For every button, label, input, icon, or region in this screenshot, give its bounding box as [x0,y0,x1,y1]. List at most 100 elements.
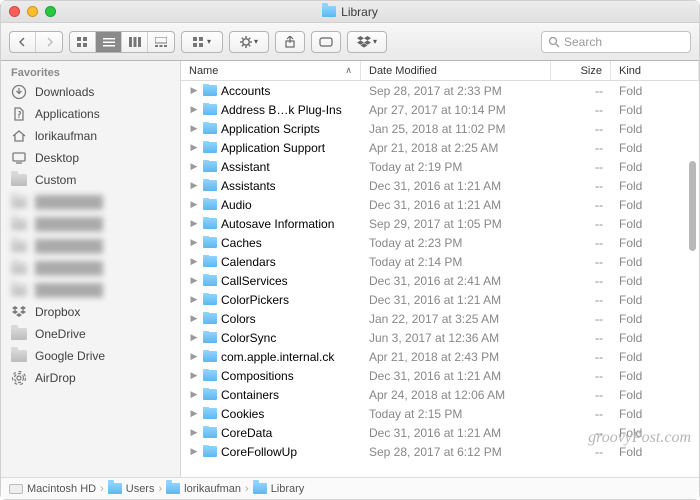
sidebar-item-airdrop[interactable]: AirDrop [1,367,180,389]
disclosure-triangle-icon[interactable]: ▶ [189,446,199,457]
sidebar-item-onedrive[interactable]: OneDrive [1,323,180,345]
file-size: -- [551,274,611,288]
file-date: Dec 31, 2016 at 1:21 AM [361,179,551,193]
file-date: Jan 22, 2017 at 3:25 AM [361,312,551,326]
file-name: Containers [221,388,279,402]
sidebar-item-label: OneDrive [35,327,86,341]
table-row[interactable]: ▶com.apple.internal.ckApr 21, 2018 at 2:… [181,347,699,366]
action-button[interactable]: ▾ [229,31,269,53]
table-row[interactable]: ▶CachesToday at 2:23 PM--Fold [181,233,699,252]
disclosure-triangle-icon[interactable]: ▶ [189,351,199,362]
disclosure-triangle-icon[interactable]: ▶ [189,199,199,210]
sidebar-item-label: AirDrop [35,371,76,385]
disclosure-triangle-icon[interactable]: ▶ [189,142,199,153]
table-row[interactable]: ▶CoreFollowUpSep 28, 2017 at 6:12 PM--Fo… [181,442,699,461]
arrange-button[interactable]: ▾ [182,32,222,52]
search-field[interactable]: Search [541,31,691,53]
path-item-macintosh hd[interactable]: Macintosh HD [9,483,96,495]
file-date: Dec 31, 2016 at 1:21 AM [361,198,551,212]
sidebar-item-applications[interactable]: Applications [1,103,180,125]
sidebar-item-redacted[interactable]: ████████ [1,191,180,213]
file-date: Jun 3, 2017 at 12:36 AM [361,331,551,345]
main-split: Favorites DownloadsApplicationslorikaufm… [1,61,699,477]
disclosure-triangle-icon[interactable]: ▶ [189,161,199,172]
disclosure-triangle-icon[interactable]: ▶ [189,294,199,305]
table-row[interactable]: ▶AssistantsDec 31, 2016 at 1:21 AM--Fold [181,176,699,195]
view-columns-button[interactable] [122,32,148,52]
table-row[interactable]: ▶ColorPickersDec 31, 2016 at 1:21 AM--Fo… [181,290,699,309]
zoom-button[interactable] [45,6,56,17]
sidebar-item-downloads[interactable]: Downloads [1,81,180,103]
forward-button[interactable] [36,32,62,52]
file-name: ColorPickers [221,293,289,307]
table-row[interactable]: ▶CalendarsToday at 2:14 PM--Fold [181,252,699,271]
file-name: Autosave Information [221,217,334,231]
home-icon [11,128,27,144]
sidebar-item-dropbox[interactable]: Dropbox [1,301,180,323]
table-row[interactable]: ▶CookiesToday at 2:15 PM--Fold [181,404,699,423]
disclosure-triangle-icon[interactable]: ▶ [189,370,199,381]
path-item-users[interactable]: Users [108,483,155,495]
file-rows[interactable]: ▶AccountsSep 28, 2017 at 2:33 PM--Fold▶A… [181,81,699,477]
disclosure-triangle-icon[interactable]: ▶ [189,85,199,96]
column-header-date[interactable]: Date Modified [361,61,551,80]
dropbox-toolbar-button[interactable]: ▾ [347,31,387,53]
disclosure-triangle-icon[interactable]: ▶ [189,180,199,191]
column-header-name[interactable]: Name∧ [181,61,361,80]
disclosure-triangle-icon[interactable]: ▶ [189,218,199,229]
folder-icon [203,294,217,305]
table-row[interactable]: ▶ColorSyncJun 3, 2017 at 12:36 AM--Fold [181,328,699,347]
disclosure-triangle-icon[interactable]: ▶ [189,313,199,324]
back-button[interactable] [10,32,36,52]
path-item-label: Library [271,483,305,495]
sidebar-item-redacted[interactable]: ████████ [1,213,180,235]
column-header-kind[interactable]: Kind [611,61,699,80]
tags-button[interactable] [311,31,341,53]
folder-icon [203,85,217,96]
view-list-button[interactable] [96,32,122,52]
file-size: -- [551,293,611,307]
table-row[interactable]: ▶CompositionsDec 31, 2016 at 1:21 AM--Fo… [181,366,699,385]
table-row[interactable]: ▶ColorsJan 22, 2017 at 3:25 AM--Fold [181,309,699,328]
minimize-button[interactable] [27,6,38,17]
table-row[interactable]: ▶AudioDec 31, 2016 at 1:21 AM--Fold [181,195,699,214]
sidebar-item-desktop[interactable]: Desktop [1,147,180,169]
sidebar-item-google drive[interactable]: Google Drive [1,345,180,367]
table-row[interactable]: ▶Application SupportApr 21, 2018 at 2:25… [181,138,699,157]
sidebar-item-redacted[interactable]: ████████ [1,257,180,279]
sidebar-item-redacted[interactable]: ████████ [1,235,180,257]
table-row[interactable]: ▶AssistantToday at 2:19 PM--Fold [181,157,699,176]
disclosure-triangle-icon[interactable]: ▶ [189,427,199,438]
table-row[interactable]: ▶CoreDataDec 31, 2016 at 1:21 AM--Fold [181,423,699,442]
disclosure-triangle-icon[interactable]: ▶ [189,332,199,343]
view-icons-button[interactable] [70,32,96,52]
disclosure-triangle-icon[interactable]: ▶ [189,123,199,134]
airdrop-icon [11,370,27,386]
scrollbar-thumb[interactable] [689,161,696,251]
sidebar-item-lorikaufman[interactable]: lorikaufman [1,125,180,147]
file-size: -- [551,388,611,402]
sidebar-item-redacted[interactable]: ████████ [1,279,180,301]
disclosure-triangle-icon[interactable]: ▶ [189,237,199,248]
path-item-lorikaufman[interactable]: lorikaufman [166,483,241,495]
close-button[interactable] [9,6,20,17]
file-kind: Fold [611,103,699,117]
disclosure-triangle-icon[interactable]: ▶ [189,104,199,115]
disclosure-triangle-icon[interactable]: ▶ [189,256,199,267]
sidebar-item-custom[interactable]: Custom [1,169,180,191]
scrollbar[interactable] [684,121,698,455]
table-row[interactable]: ▶AccountsSep 28, 2017 at 2:33 PM--Fold [181,81,699,100]
view-gallery-button[interactable] [148,32,174,52]
table-row[interactable]: ▶Application ScriptsJan 25, 2018 at 11:0… [181,119,699,138]
table-row[interactable]: ▶CallServicesDec 31, 2016 at 2:41 AM--Fo… [181,271,699,290]
disclosure-triangle-icon[interactable]: ▶ [189,389,199,400]
share-button[interactable] [275,31,305,53]
table-row[interactable]: ▶ContainersApr 24, 2018 at 12:06 AM--Fol… [181,385,699,404]
table-row[interactable]: ▶Autosave InformationSep 29, 2017 at 1:0… [181,214,699,233]
disclosure-triangle-icon[interactable]: ▶ [189,408,199,419]
disclosure-triangle-icon[interactable]: ▶ [189,275,199,286]
folder-icon [203,123,217,134]
table-row[interactable]: ▶Address B…k Plug-InsApr 27, 2017 at 10:… [181,100,699,119]
path-item-library[interactable]: Library [253,483,305,495]
column-header-size[interactable]: Size [551,61,611,80]
